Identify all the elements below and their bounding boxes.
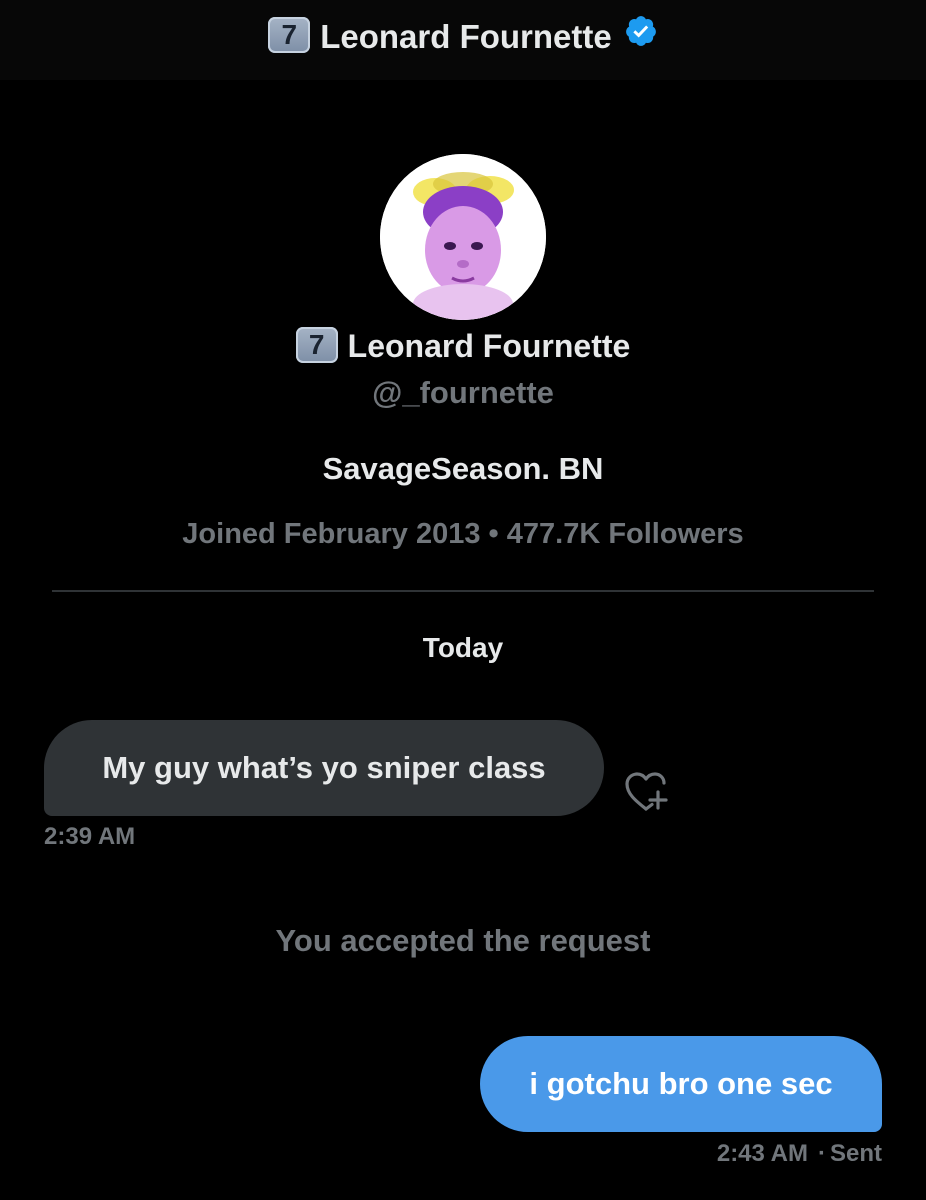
outgoing-message-text: i gotchu bro one sec (529, 1066, 833, 1101)
profile-avatar[interactable] (380, 154, 546, 320)
profile-meta: Joined February 2013 • 477.7K Followers (182, 518, 744, 550)
verified-badge-icon (624, 14, 658, 56)
incoming-message-time: 2:39 AM (44, 823, 136, 850)
request-accepted-note: You accepted the request (275, 923, 651, 958)
add-reaction-heart-icon[interactable] (622, 770, 672, 814)
outgoing-message-bubble[interactable]: i gotchu bro one sec (480, 1036, 882, 1132)
sent-status: Sent (829, 1140, 882, 1167)
keycap-seven-emoji: 7 (268, 17, 311, 54)
profile-handle[interactable]: @_fournette (0, 375, 926, 411)
outgoing-message-time: 2:43 AM (716, 1140, 808, 1167)
incoming-message-text: My guy what’s yo sniper class (102, 750, 546, 785)
incoming-message-bubble[interactable]: My guy what’s yo sniper class (44, 720, 604, 816)
date-separator: Today (422, 632, 504, 663)
conversation-header: 7 Leonard Fournette (0, 0, 926, 80)
profile-name-text: Leonard Fournette (347, 328, 631, 364)
header-name: Leonard Fournette (320, 18, 612, 55)
separator-dot: · (817, 1140, 826, 1167)
keycap-seven-emoji: 7 (295, 326, 338, 363)
avatar-illustration (380, 154, 546, 320)
profile-bio: SavageSeason. BN (322, 451, 604, 486)
profile-name[interactable]: 7 Leonard Fournette (0, 326, 926, 367)
header-title[interactable]: 7 Leonard Fournette (0, 16, 926, 60)
outgoing-message-status: 2:43 AM · Sent (717, 1140, 882, 1168)
divider (52, 590, 874, 592)
